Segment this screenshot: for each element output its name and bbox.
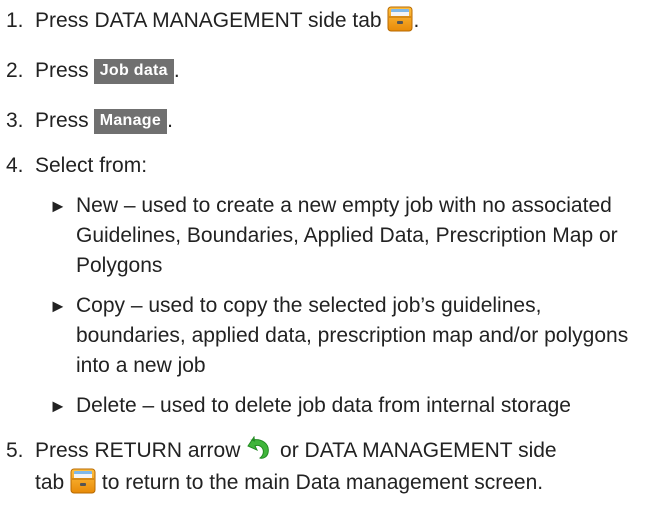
instruction-document: 1. Press DATA MANAGEMENT side tab . 2. Pre… [0, 0, 670, 510]
step-text-end: . [413, 9, 420, 32]
step-3: 3. Press Manage. [6, 106, 173, 136]
return-arrow-icon [246, 435, 274, 471]
data-management-cabinet-icon [387, 6, 413, 41]
option-text: into a new job [76, 354, 206, 377]
option-copy: ► Copy – used to copy the selected job’s … [49, 291, 628, 381]
step-text: Press [35, 109, 89, 132]
option-text: Copy – used to copy the selected job’s g… [76, 294, 542, 317]
step-4: 4. Select from: [6, 151, 147, 181]
step-2: 2. Press Job data. [6, 56, 180, 86]
bullet-arrow-icon: ► [49, 296, 67, 316]
step-text: tab [35, 471, 65, 494]
step-5-line-2: tab to return to the main Data managemen… [35, 468, 543, 503]
step-text: Press DATA MANAGEMENT side tab [35, 9, 382, 32]
option-text: Delete – used to delete job data from in… [76, 394, 571, 417]
option-new: ► New – used to create a new empty job wi… [49, 191, 618, 281]
step-1: 1. Press DATA MANAGEMENT side tab . [6, 6, 419, 41]
step-number: 5. [6, 439, 24, 462]
step-number: 2. [6, 59, 24, 82]
step-text-continued: or DATA MANAGEMENT side [280, 439, 557, 462]
step-5: 5. Press RETURN arrow or DATA MANAGEMENT … [6, 435, 557, 471]
step-text-end: . [167, 109, 173, 132]
job-data-button: Job data [93, 59, 174, 84]
step-number: 3. [6, 109, 24, 132]
option-text: New – used to create a new empty job wit… [76, 194, 612, 217]
option-text: Guidelines, Boundaries, Applied Data, Pr… [76, 224, 618, 247]
option-text: boundaries, applied data, prescription m… [76, 324, 629, 347]
step-number: 1. [6, 9, 24, 32]
bullet-arrow-icon: ► [49, 396, 67, 416]
step-text-end: to return to the main Data management sc… [101, 471, 544, 494]
option-text: Polygons [76, 254, 163, 277]
step-text: Press RETURN arrow [35, 439, 241, 462]
step-text-end: . [173, 59, 180, 82]
step-number: 4. [6, 154, 24, 177]
bullet-arrow-icon: ► [49, 196, 67, 216]
step-text: Select from: [35, 154, 148, 177]
manage-button: Manage [93, 109, 168, 134]
option-delete: ► Delete – used to delete job data from i… [49, 391, 571, 421]
step-text: Press [35, 59, 89, 82]
data-management-cabinet-icon [70, 468, 96, 503]
